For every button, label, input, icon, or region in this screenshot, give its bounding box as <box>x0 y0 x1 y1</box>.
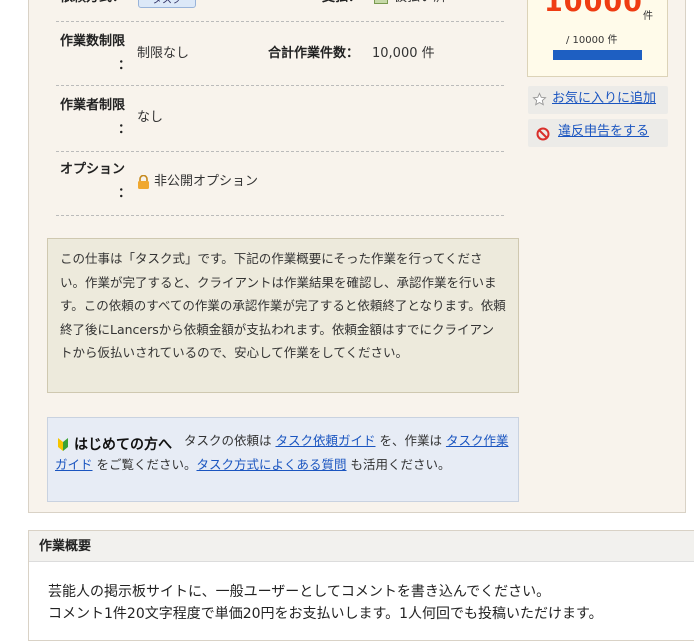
work-count-progress-fill <box>553 50 642 60</box>
total-count-value: 10,000 件 <box>372 46 435 61</box>
guide-text-1: タスクの依頼は <box>184 433 276 448</box>
work-count-unit: 件 <box>643 11 653 22</box>
guide-text: タスクの依頼は タスク依頼ガイド を、作業は タスク作業ガイド をご覧ください。… <box>55 429 513 476</box>
top-row: 依頼方式： タスク 支払： 仮払い済 <box>56 0 504 22</box>
guide-text-3: をご覧ください。 <box>92 456 197 472</box>
options-colon: ： <box>118 186 132 201</box>
prohibited-icon <box>536 125 550 141</box>
payment-icon <box>374 0 388 4</box>
worker-limit-value: なし <box>137 110 164 125</box>
row-work-limit: 作業数制限 ： 制限なし 合計作業件数： 10,000 件 <box>56 22 504 86</box>
task-faq-link[interactable]: タスク方式によくある質問 <box>197 457 347 472</box>
work-limit-label: 作業数制限 <box>60 34 126 49</box>
payment-value: 仮払い済 <box>394 0 446 8</box>
guide-text-4: も活用ください。 <box>346 456 451 472</box>
beginner-guide-box: はじめての方へ タスクの依頼は タスク依頼ガイド を、作業は タスク作業ガイド … <box>47 417 519 502</box>
row-worker-limit: 作業者制限 ： なし <box>56 86 504 152</box>
task-tag: タスク <box>138 0 196 8</box>
favorite-button[interactable]: お気に入りに追加 <box>528 86 668 114</box>
work-limit-value: 制限なし <box>137 46 190 61</box>
work-overview-title: 作業概要 <box>29 531 694 562</box>
guide-text-2: を、作業は <box>375 433 446 448</box>
row-options: オプション ： 非公開オプション <box>56 152 504 216</box>
work-limit-colon: ： <box>118 58 132 73</box>
total-count-label: 合計作業件数： <box>268 46 360 61</box>
star-icon <box>532 91 547 106</box>
options-value: 非公開オプション <box>154 174 259 189</box>
work-count-progress <box>553 50 642 60</box>
work-overview-section: 作業概要 芸能人の掲示板サイトに、一般ユーザーとしてコメントを書き込んでください… <box>28 530 694 641</box>
options-label: オプション <box>60 162 126 177</box>
worker-limit-label: 作業者制限 <box>60 98 126 113</box>
task-info-box: この仕事は「タスク式」です。下記の作業概要にそった作業を行ってください。作業が完… <box>47 238 519 393</box>
worker-limit-colon: ： <box>118 122 132 137</box>
work-overview-description: 芸能人の掲示板サイトに、一般ユーザーとしてコメントを書き込んでください。 コメン… <box>48 581 603 625</box>
work-count-number: 10000 <box>544 0 643 18</box>
report-link[interactable]: 違反申告をする <box>558 119 649 145</box>
work-overview-line-2: コメント1件20文字程度で単価20円をお支払いします。1人何回でも投稿いただけま… <box>48 606 603 622</box>
payment-label: 支払： <box>322 0 361 10</box>
work-count-box: 10000 件 / 10000 件 <box>527 0 668 77</box>
work-overview-line-1: 芸能人の掲示板サイトに、一般ユーザーとしてコメントを書き込んでください。 <box>48 584 551 600</box>
request-type-label: 依頼方式： <box>60 0 125 10</box>
task-info-text: この仕事は「タスク式」です。下記の作業概要にそった作業を行ってください。作業が完… <box>60 251 506 360</box>
work-count-total: / 10000 件 <box>566 35 618 46</box>
report-button[interactable]: 違反申告をする <box>528 119 668 147</box>
favorite-link[interactable]: お気に入りに追加 <box>552 86 656 112</box>
lock-icon <box>137 174 150 189</box>
task-request-guide-link[interactable]: タスク依頼ガイド <box>275 433 375 448</box>
